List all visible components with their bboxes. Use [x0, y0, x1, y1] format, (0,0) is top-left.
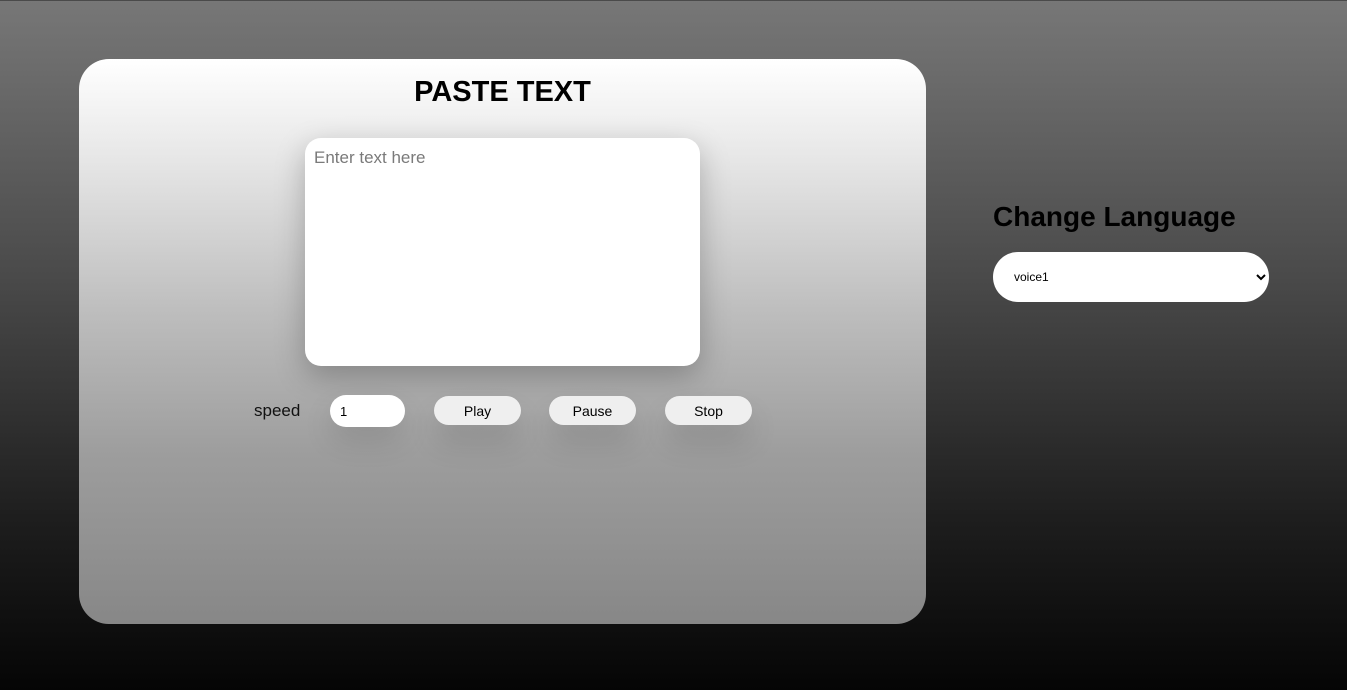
language-panel: Change Language voice1 — [993, 199, 1273, 302]
speed-input[interactable] — [330, 395, 405, 427]
language-title: Change Language — [993, 201, 1236, 232]
text-input[interactable] — [305, 138, 700, 366]
playback-controls: speed Play Pause Stop — [79, 395, 926, 427]
play-button[interactable]: Play — [434, 396, 521, 425]
pause-button[interactable]: Pause — [549, 396, 636, 425]
stop-button[interactable]: Stop — [665, 396, 752, 425]
voice-select[interactable]: voice1 — [993, 252, 1269, 302]
editor-card: PASTE TEXT speed Play Pause Stop — [79, 59, 926, 624]
page-title: PASTE TEXT — [414, 76, 591, 108]
speed-label: speed — [254, 401, 301, 420]
